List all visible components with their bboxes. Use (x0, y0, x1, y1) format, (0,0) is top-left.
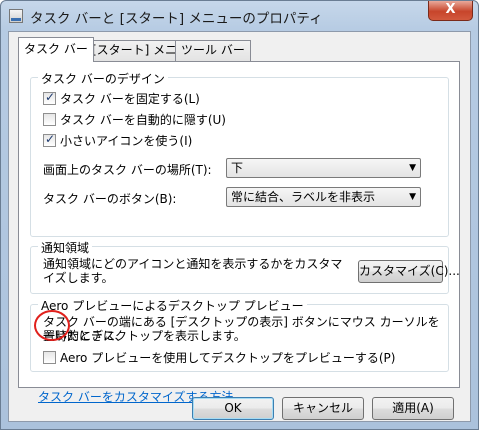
chevron-down-icon: ▼ (409, 163, 416, 173)
title-bar[interactable]: タスク バーと [スタート] メニューのプロパティ X (1, 1, 478, 31)
aero-description-line2: 一時的にデスクトップを表示します。 (43, 329, 246, 343)
buttons-label: タスク バーのボタン(B): (43, 192, 177, 206)
highlight-annotation (34, 310, 70, 341)
tab-toolbars[interactable]: ツール バー (175, 40, 251, 61)
aero-peek-checkbox[interactable] (43, 350, 56, 364)
lock-taskbar-label: タスク バーを固定する(L) (60, 91, 200, 106)
location-dropdown[interactable]: 下 ▼ (226, 158, 421, 178)
notification-description: 通知領域にどのアイコンと通知を表示するかをカスタマイズします。 (43, 257, 343, 285)
buttons-value: 常に結合、ラベルを非表示 (231, 190, 376, 204)
group-title-design: タスク バーのデザイン (38, 70, 168, 87)
tab-taskbar[interactable]: タスク バー (18, 37, 94, 62)
lock-taskbar-option[interactable]: タスク バーを固定する(L) (43, 90, 200, 106)
taskbar-app-icon (9, 9, 23, 23)
buttons-dropdown[interactable]: 常に結合、ラベルを非表示 ▼ (226, 187, 421, 207)
window-title: タスク バーと [スタート] メニューのプロパティ (30, 11, 323, 27)
small-icons-option[interactable]: 小さいアイコンを使う(I) (43, 132, 192, 148)
apply-button[interactable]: 適用(A) (372, 397, 454, 420)
close-button[interactable]: X (428, 1, 473, 21)
dialog-client-area: タスク バー [スタート] メニュー ツール バー タスク バーのデザイン タス… (8, 31, 471, 422)
ok-button[interactable]: OK (192, 397, 274, 420)
customize-button[interactable]: カスタマイズ(C)... (358, 260, 460, 283)
lock-taskbar-checkbox[interactable] (43, 90, 56, 105)
location-label: 画面上のタスク バーの場所(T): (43, 163, 212, 177)
taskbar-design-group: タスク バーのデザイン タスク バーを固定する(L) タスク バーを自動的に隠す… (30, 70, 449, 237)
autohide-checkbox[interactable] (43, 112, 56, 126)
autohide-option[interactable]: タスク バーを自動的に隠す(U) (43, 111, 226, 127)
aero-peek-option[interactable]: Aero プレビューを使用してデスクトップをプレビューする(P) (43, 349, 395, 365)
aero-peek-group: Aero プレビューによるデスクトップ プレビュー タスク バーの端にある [デ… (30, 297, 449, 372)
properties-dialog: タスク バーと [スタート] メニューのプロパティ X タスク バー [スタート… (0, 0, 479, 430)
small-icons-checkbox[interactable] (43, 132, 56, 147)
notification-area-group: 通知領域 通知領域にどのアイコンと通知を表示するかをカスタマイズします。 カスタ… (30, 239, 460, 294)
aero-peek-label: Aero プレビューを使用してデスクトップをプレビューする(P) (60, 350, 396, 365)
group-title-aero: Aero プレビューによるデスクトップ プレビュー (38, 297, 307, 314)
autohide-label: タスク バーを自動的に隠す(U) (60, 112, 226, 127)
chevron-down-icon: ▼ (409, 192, 416, 202)
taskbar-tab-panel: タスク バーのデザイン タスク バーを固定する(L) タスク バーを自動的に隠す… (18, 61, 460, 404)
group-title-notification: 通知領域 (38, 239, 93, 256)
small-icons-label: 小さいアイコンを使う(I) (60, 133, 193, 148)
cancel-button[interactable]: キャンセル (282, 397, 364, 420)
location-value: 下 (231, 161, 244, 175)
